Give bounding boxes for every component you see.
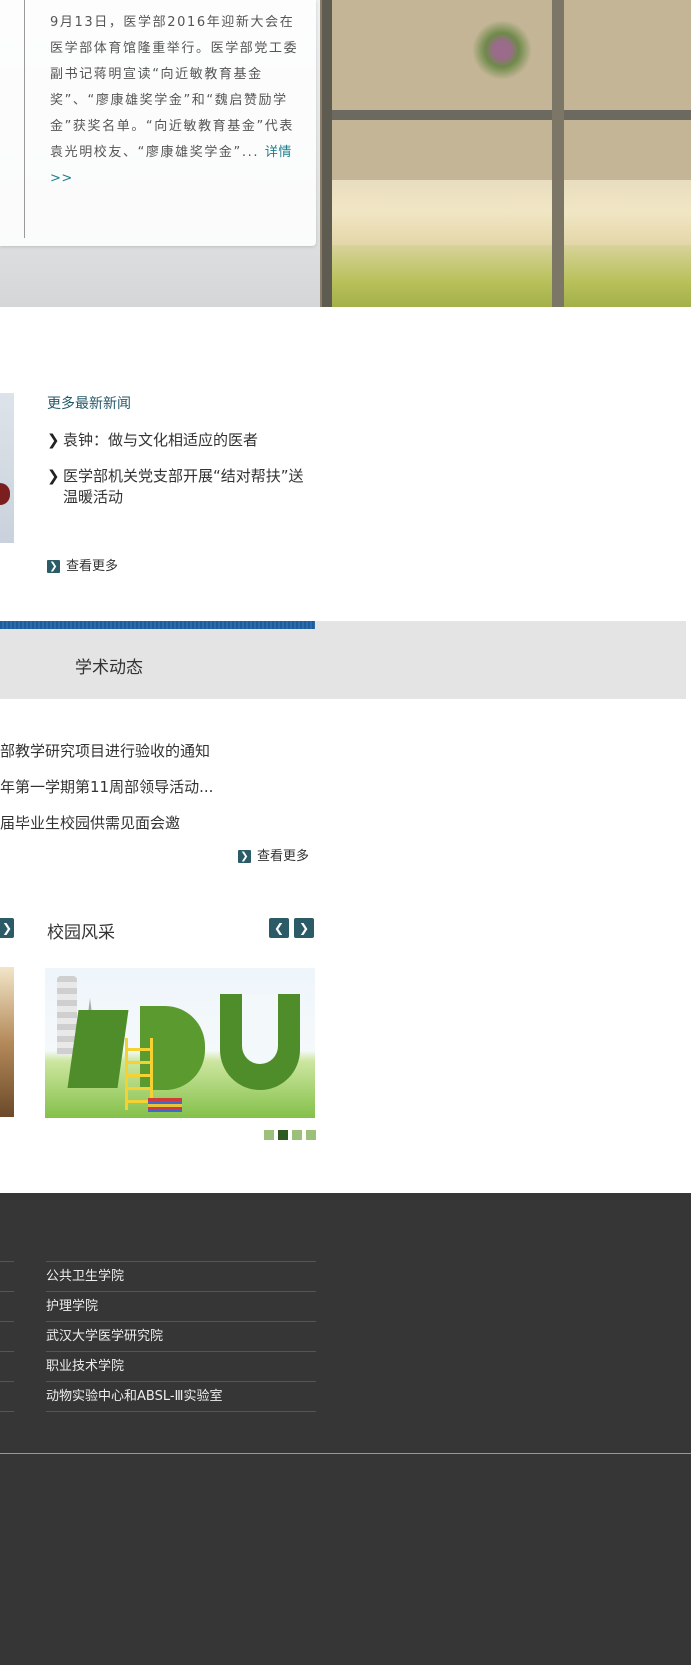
news-view-more-link[interactable]: ❯ 查看更多: [47, 555, 118, 574]
hero-news-summary: 9月13日，医学部2016年迎新大会在医学部体育馆隆重举行。医学部党工委副书记蒋…: [50, 10, 300, 192]
chevron-right-icon: ❯: [47, 467, 60, 485]
carousel-image-partial[interactable]: [0, 967, 14, 1117]
footer-divider: [46, 1411, 316, 1412]
academic-section-title[interactable]: 学术动态: [75, 653, 143, 678]
view-more-label: 查看更多: [66, 559, 119, 574]
footer-link[interactable]: 职业技术学院: [46, 1351, 316, 1381]
hero-photo-window: [322, 0, 691, 307]
news-item-title: 袁钟：做与文化相适应的医者: [63, 431, 259, 449]
campus-carousel-image[interactable]: [45, 968, 315, 1118]
carousel-next-button[interactable]: ❯: [0, 918, 14, 938]
footer-divider: [0, 1411, 14, 1412]
news-list-item[interactable]: ❯ 医学部机关党支部开展“结对帮扶”送温暖活动: [47, 466, 313, 508]
arrow-right-icon: ❯: [47, 560, 60, 573]
chevron-right-icon: ❯: [47, 431, 60, 449]
footer-link-partial: [0, 1321, 14, 1351]
hero-card-divider: [24, 0, 25, 238]
footer-link-partial: [0, 1351, 14, 1381]
carousel-dot[interactable]: [264, 1130, 274, 1140]
footer-link-partial: [0, 1381, 14, 1411]
academic-list-item[interactable]: 届毕业生校园供需见面会邀: [0, 812, 180, 833]
campus-prev-button[interactable]: ❮: [269, 918, 289, 938]
chevron-left-icon: ❮: [273, 921, 285, 935]
hero-summary-text: 9月13日，医学部2016年迎新大会在医学部体育馆隆重举行。医学部党工委副书记蒋…: [50, 15, 299, 160]
academic-list-item[interactable]: 部教学研究项目进行验收的通知: [0, 740, 210, 761]
chevron-right-icon: ❯: [298, 921, 310, 935]
more-news-heading[interactable]: 更多最新新闻: [47, 393, 131, 413]
chevron-right-icon: ❯: [1, 921, 13, 935]
carousel-dot-active[interactable]: [278, 1130, 288, 1140]
footer-link[interactable]: 动物实验中心和ABSL-Ⅲ实验室: [46, 1381, 316, 1411]
news-item-title: 医学部机关党支部开展“结对帮扶”送温暖活动: [63, 467, 304, 506]
news-thumbnail[interactable]: [0, 393, 14, 543]
campus-section-title[interactable]: 校园风采: [47, 918, 115, 943]
footer-link-partial: [0, 1291, 14, 1321]
hero-banner: 9月13日，医学部2016年迎新大会在医学部体育馆隆重举行。医学部党工委副书记蒋…: [0, 0, 691, 307]
hero-news-card: 9月13日，医学部2016年迎新大会在医学部体育馆隆重举行。医学部党工委副书记蒋…: [0, 0, 316, 246]
footer-link[interactable]: 护理学院: [46, 1291, 316, 1321]
footer-link-partial: [0, 1261, 14, 1291]
footer-link[interactable]: 公共卫生学院: [46, 1261, 316, 1291]
footer-separator-line: [0, 1453, 691, 1454]
news-list-item[interactable]: ❯ 袁钟：做与文化相适应的医者: [47, 430, 313, 451]
carousel-dot[interactable]: [292, 1130, 302, 1140]
campus-next-button[interactable]: ❯: [294, 918, 314, 938]
academic-view-more-link[interactable]: ❯ 查看更多: [238, 845, 309, 864]
arrow-right-icon: ❯: [238, 850, 251, 863]
footer-link[interactable]: 武汉大学医学研究院: [46, 1321, 316, 1351]
view-more-label: 查看更多: [257, 849, 310, 864]
academic-accent-bar: [0, 621, 315, 629]
carousel-dot[interactable]: [306, 1130, 316, 1140]
academic-list-item[interactable]: 年第一学期第11周部领导活动...: [0, 776, 213, 797]
